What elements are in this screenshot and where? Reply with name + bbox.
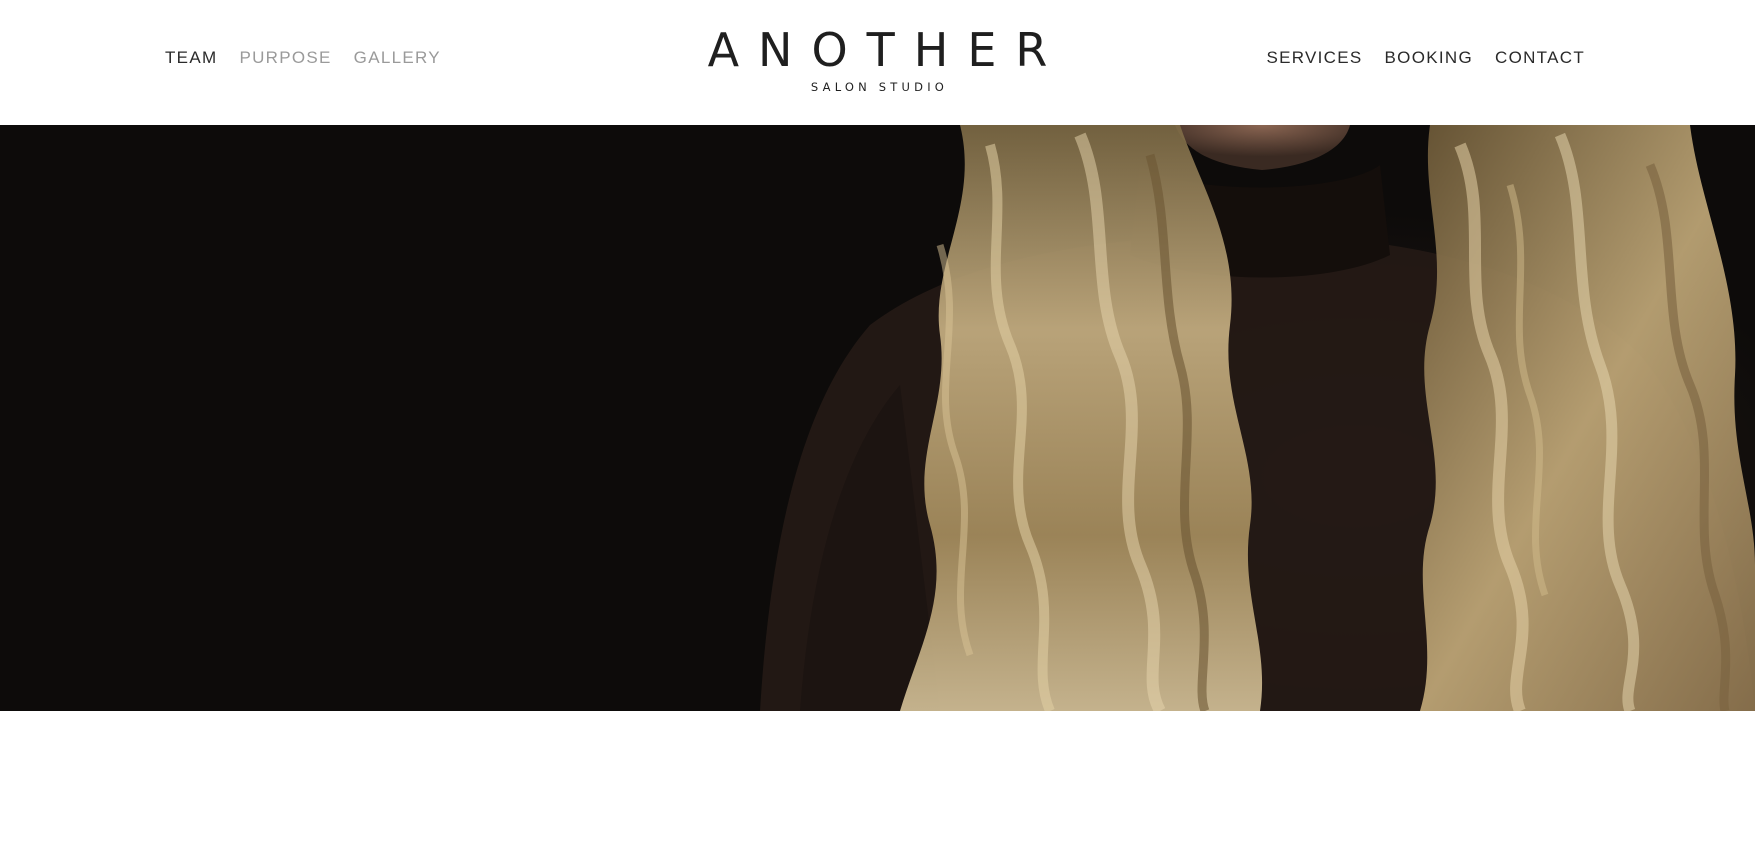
hero-image <box>0 125 1755 711</box>
site-header: TEAM PURPOSE GALLERY ANOTHER SALON STUDI… <box>0 0 1755 125</box>
nav-link-booking[interactable]: BOOKING <box>1385 47 1473 69</box>
primary-nav-right: SERVICES BOOKING CONTACT <box>1266 47 1585 69</box>
nav-link-contact[interactable]: CONTACT <box>1495 47 1585 69</box>
nav-link-services[interactable]: SERVICES <box>1266 47 1362 69</box>
hero-photo-illustration <box>0 125 1755 711</box>
content-area-blank <box>0 711 1755 852</box>
logo-tagline: SALON STUDIO <box>810 80 949 94</box>
